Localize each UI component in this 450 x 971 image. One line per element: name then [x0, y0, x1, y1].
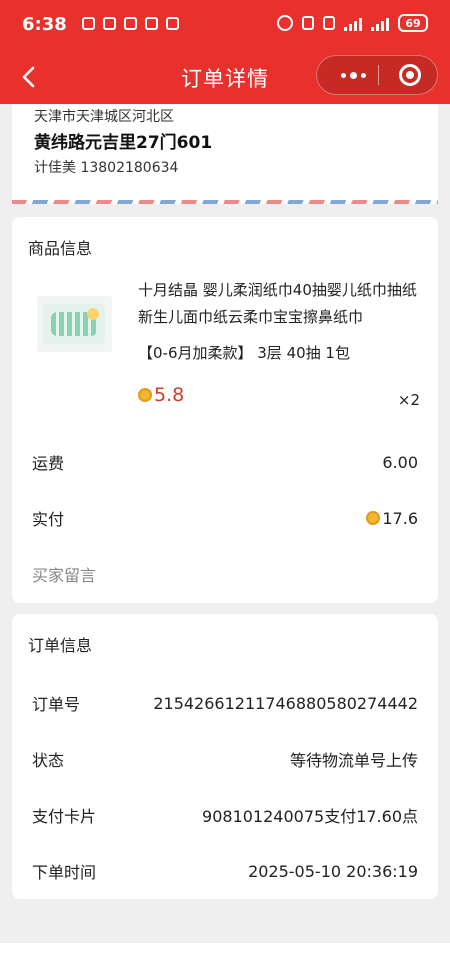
- buyer-message-row: 买家留言: [32, 562, 418, 586]
- status-bar: 6:38 69: [0, 0, 450, 50]
- notification-icons: [82, 17, 179, 30]
- notification-icon: [145, 17, 158, 30]
- order-number-row: 订单号 2154266121174688058027444​2: [32, 691, 418, 715]
- signal-icon: [344, 15, 362, 31]
- airmail-border: [12, 200, 438, 204]
- signal-icon: [371, 15, 389, 31]
- address-region: 天津市天津城区河北区: [34, 109, 174, 125]
- status-value: 等待物流单号上传: [289, 751, 418, 770]
- row-label: 下单时间: [32, 863, 97, 882]
- goods-info-card: 商品信息 十月结晶 婴儿柔润纸巾40抽婴儿纸巾抽纸新生儿面巾纸云柔巾宝宝擦鼻纸巾…: [12, 217, 438, 603]
- address-card: 天津市天津城区河北区 黄纬路元吉里27门601 计佳美 13802180634: [12, 104, 438, 204]
- shipping-value: 6.00: [382, 452, 418, 472]
- order-time-row: 下单时间 2025-05-10 20:36:19: [32, 859, 418, 883]
- order-number-value: 2154266121174688058027444​2: [153, 693, 418, 713]
- bottom-bar: [0, 943, 450, 971]
- goods-section-title: 商品信息: [28, 239, 93, 258]
- more-dots-icon[interactable]: [331, 56, 375, 94]
- order-info-card: 订单信息 订单号 2154266121174688058027444​2 状态 …: [12, 614, 438, 899]
- row-label: 支付卡片: [32, 807, 97, 826]
- address-detail: 黄纬路元吉里27门601: [34, 133, 213, 153]
- alarm-icon: [302, 16, 314, 30]
- notification-icon: [82, 17, 95, 30]
- nav-bar: 订单详情: [0, 50, 450, 104]
- notification-icon: [124, 17, 137, 30]
- row-label: 状态: [32, 751, 65, 770]
- paid-value: 17.6: [382, 508, 418, 528]
- payment-card-value: 908101240075支付17.60点: [202, 807, 418, 826]
- product-spec: 【0-6月加柔款】 3层 40抽 1包: [138, 344, 350, 362]
- target-close-icon[interactable]: [399, 64, 421, 86]
- status-time: 6:38: [22, 14, 67, 35]
- product-price-value: 5.8: [154, 384, 185, 406]
- product-name[interactable]: 十月结晶 婴儿柔润纸巾40抽婴儿纸巾抽纸新生儿面巾纸云柔巾宝宝擦鼻纸巾: [138, 277, 428, 331]
- buyer-message-label: 买家留言: [32, 566, 97, 585]
- notification-icon: [103, 17, 116, 30]
- shipping-label: 运费: [32, 454, 65, 473]
- coin-icon: [366, 511, 381, 525]
- coin-icon: [138, 388, 152, 402]
- order-section-title: 订单信息: [28, 636, 93, 655]
- paid-label: 实付: [32, 510, 65, 529]
- product-quantity: ×2: [397, 391, 420, 409]
- row-label: 订单号: [32, 695, 81, 714]
- paid-row: 实付 17.6: [32, 506, 418, 530]
- tissue-pack-image: [43, 304, 105, 344]
- capsule-divider: [378, 65, 379, 85]
- payment-card-row: 支付卡片 908101240075支付17.60点: [32, 803, 418, 827]
- address-contact: 计佳美 13802180634: [34, 160, 179, 176]
- product-price: 5.8: [138, 384, 184, 406]
- mini-program-capsule: [316, 55, 438, 95]
- paid-amount: 17.6: [366, 506, 418, 530]
- battery-icon: 69: [398, 14, 428, 32]
- order-time-value: 2025-05-10 20:36:19: [248, 861, 418, 881]
- notification-icon: [166, 17, 179, 30]
- product-image[interactable]: [37, 296, 112, 352]
- eye-icon: [277, 15, 293, 31]
- system-icons: 69: [277, 14, 428, 32]
- status-row: 状态 等待物流单号上传: [32, 747, 418, 771]
- bluetooth-icon: [323, 16, 335, 30]
- shipping-row: 运费 6.00: [32, 450, 418, 474]
